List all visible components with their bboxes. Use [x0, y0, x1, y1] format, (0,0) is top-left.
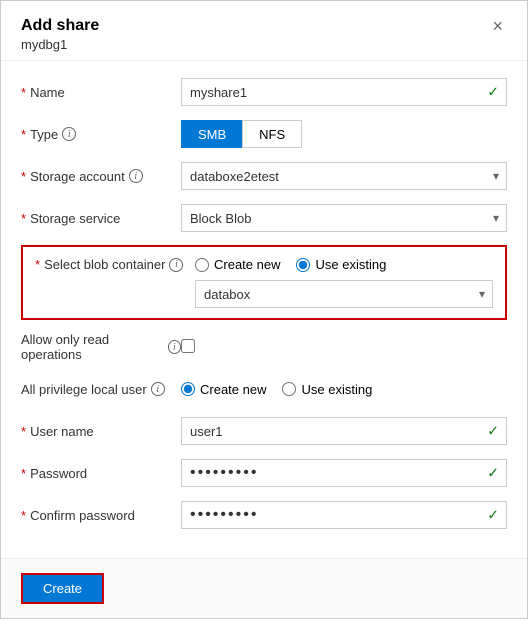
- confirm-password-check-icon: ✓: [487, 507, 499, 524]
- blob-dropdown-row: databox ▾: [35, 280, 493, 308]
- password-control: ✓: [181, 459, 507, 487]
- blob-container-row: * Select blob container i Create new Use…: [35, 257, 493, 272]
- privilege-user-label: All privilege local user i: [21, 382, 181, 397]
- blob-container-section: * Select blob container i Create new Use…: [21, 245, 507, 320]
- dialog-title: Add share: [21, 17, 99, 35]
- required-star-sa: *: [21, 169, 26, 184]
- required-star-un: *: [21, 424, 26, 439]
- storage-account-control: databoxe2etest ▾: [181, 162, 507, 190]
- privilege-use-existing-option[interactable]: Use existing: [282, 382, 372, 397]
- close-button[interactable]: ×: [488, 17, 507, 35]
- confirm-password-label: * Confirm password: [21, 508, 181, 523]
- username-check-icon: ✓: [487, 423, 499, 440]
- storage-account-select-wrapper: databoxe2etest ▾: [181, 162, 507, 190]
- blob-container-radio-group: Create new Use existing: [195, 257, 386, 272]
- username-input[interactable]: [181, 417, 507, 445]
- name-label: * Name: [21, 85, 181, 100]
- required-star: *: [21, 85, 26, 100]
- password-check-icon: ✓: [487, 465, 499, 482]
- privilege-user-radio-group: Create new Use existing: [181, 382, 507, 397]
- required-star-type: *: [21, 127, 26, 142]
- dialog-subtitle: mydbg1: [21, 37, 99, 52]
- confirm-password-row: * Confirm password ✓: [21, 500, 507, 530]
- smb-button[interactable]: SMB: [181, 120, 242, 148]
- name-check-icon: ✓: [487, 84, 499, 101]
- password-input[interactable]: [181, 459, 507, 487]
- allow-read-info-icon[interactable]: i: [168, 340, 181, 354]
- username-label: * User name: [21, 424, 181, 439]
- username-input-wrapper: ✓: [181, 417, 507, 445]
- create-button[interactable]: Create: [21, 573, 104, 604]
- storage-service-select-wrapper: Block Blob ▾: [181, 204, 507, 232]
- privilege-create-new-radio[interactable]: [181, 382, 195, 396]
- name-control: ✓: [181, 78, 507, 106]
- name-row: * Name ✓: [21, 77, 507, 107]
- create-new-option[interactable]: Create new: [195, 257, 280, 272]
- type-toggle-group: SMB NFS: [181, 120, 507, 148]
- blob-container-select-wrapper: databox ▾: [195, 280, 493, 308]
- required-star-cpw: *: [21, 508, 26, 523]
- required-star-bc: *: [35, 257, 40, 272]
- username-control: ✓: [181, 417, 507, 445]
- allow-read-control: [181, 339, 507, 356]
- password-row: * Password ✓: [21, 458, 507, 488]
- required-star-pw: *: [21, 466, 26, 481]
- confirm-password-input-wrapper: ✓: [181, 501, 507, 529]
- dialog-header: Add share mydbg1 ×: [1, 1, 527, 61]
- blob-container-select[interactable]: databox: [195, 280, 493, 308]
- required-star-ss: *: [21, 211, 26, 226]
- allow-read-checkbox[interactable]: [181, 339, 195, 353]
- confirm-password-input[interactable]: [181, 501, 507, 529]
- password-input-wrapper: ✓: [181, 459, 507, 487]
- username-row: * User name ✓: [21, 416, 507, 446]
- allow-read-label: Allow only read operations i: [21, 332, 181, 362]
- storage-service-row: * Storage service Block Blob ▾: [21, 203, 507, 233]
- allow-read-row: Allow only read operations i: [21, 332, 507, 362]
- privilege-user-info-icon[interactable]: i: [151, 382, 165, 396]
- dialog-footer: Create: [1, 558, 527, 618]
- use-existing-option[interactable]: Use existing: [296, 257, 386, 272]
- privilege-user-row: All privilege local user i Create new Us…: [21, 374, 507, 404]
- privilege-create-new-option[interactable]: Create new: [181, 382, 266, 397]
- privilege-user-control: Create new Use existing: [181, 382, 507, 397]
- use-existing-radio[interactable]: [296, 258, 310, 272]
- storage-account-label: * Storage account i: [21, 169, 181, 184]
- blob-container-info-icon[interactable]: i: [169, 258, 183, 272]
- name-input[interactable]: [181, 78, 507, 106]
- storage-service-label: * Storage service: [21, 211, 181, 226]
- type-row: * Type i SMB NFS: [21, 119, 507, 149]
- nfs-button[interactable]: NFS: [242, 120, 302, 148]
- dialog-body: * Name ✓ * Type i SMB NFS: [1, 61, 527, 558]
- storage-account-row: * Storage account i databoxe2etest ▾: [21, 161, 507, 191]
- type-info-icon[interactable]: i: [62, 127, 76, 141]
- storage-account-select[interactable]: databoxe2etest: [181, 162, 507, 190]
- privilege-use-existing-radio[interactable]: [282, 382, 296, 396]
- create-new-radio[interactable]: [195, 258, 209, 272]
- type-label: * Type i: [21, 127, 181, 142]
- storage-service-select[interactable]: Block Blob: [181, 204, 507, 232]
- password-label: * Password: [21, 466, 181, 481]
- storage-account-info-icon[interactable]: i: [129, 169, 143, 183]
- confirm-password-control: ✓: [181, 501, 507, 529]
- add-share-dialog: Add share mydbg1 × * Name ✓ * Type i: [0, 0, 528, 619]
- blob-container-label: * Select blob container i: [35, 257, 195, 272]
- name-input-wrapper: ✓: [181, 78, 507, 106]
- type-control: SMB NFS: [181, 120, 507, 148]
- storage-service-control: Block Blob ▾: [181, 204, 507, 232]
